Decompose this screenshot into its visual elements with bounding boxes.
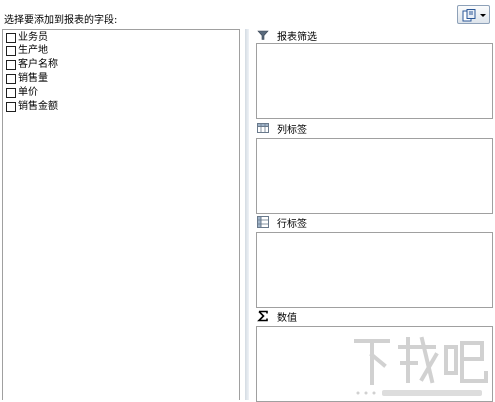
sigma-icon	[257, 310, 268, 322]
field-label: 生产地	[18, 44, 48, 56]
field-checkbox[interactable]	[6, 45, 16, 56]
field-item-origin[interactable]: 生产地	[6, 44, 48, 57]
column-labels-drop-area[interactable]	[256, 138, 493, 214]
field-item-sales-volume[interactable]: 销售量	[6, 72, 48, 85]
column-labels-header: 列标签	[257, 121, 307, 136]
row-labels-drop-area[interactable]	[256, 232, 493, 308]
watermark-logo	[354, 336, 488, 396]
field-checkbox[interactable]	[6, 101, 16, 112]
field-item-customer-name[interactable]: 客户名称	[6, 58, 58, 71]
field-checkbox[interactable]	[6, 73, 16, 84]
field-item-unit-price[interactable]: 单价	[6, 86, 38, 99]
field-label: 销售量	[18, 72, 48, 84]
field-item-sales-amount[interactable]: 销售金额	[6, 100, 58, 113]
field-checkbox[interactable]	[6, 59, 16, 70]
column-labels-icon	[257, 123, 269, 133]
chevron-down-icon	[480, 14, 486, 17]
pane-splitter[interactable]	[245, 29, 249, 400]
report-filter-label: 报表筛选	[277, 31, 317, 43]
filter-icon	[257, 30, 269, 40]
row-labels-label: 行标签	[277, 218, 307, 230]
field-item-salesperson[interactable]: 业务员	[6, 31, 48, 44]
field-list[interactable]: 业务员 生产地 客户名称 销售量 单价 销售金额	[2, 29, 240, 400]
column-labels-label: 列标签	[277, 124, 307, 136]
field-checkbox[interactable]	[6, 32, 16, 43]
field-checkbox[interactable]	[6, 87, 16, 98]
field-list-layout-icon	[462, 9, 476, 22]
values-header: 数值	[257, 309, 297, 324]
field-list-layout-button[interactable]	[457, 5, 490, 24]
values-label: 数值	[277, 312, 297, 324]
field-label: 客户名称	[18, 58, 58, 70]
choose-fields-label: 选择要添加到报表的字段:	[4, 15, 118, 26]
report-filter-drop-area[interactable]	[256, 43, 493, 119]
field-label: 业务员	[18, 31, 48, 43]
row-labels-icon	[257, 216, 269, 228]
field-label: 销售金额	[18, 100, 58, 112]
field-label: 单价	[18, 86, 38, 98]
report-filter-header: 报表筛选	[257, 28, 317, 43]
row-labels-header: 行标签	[257, 215, 307, 230]
